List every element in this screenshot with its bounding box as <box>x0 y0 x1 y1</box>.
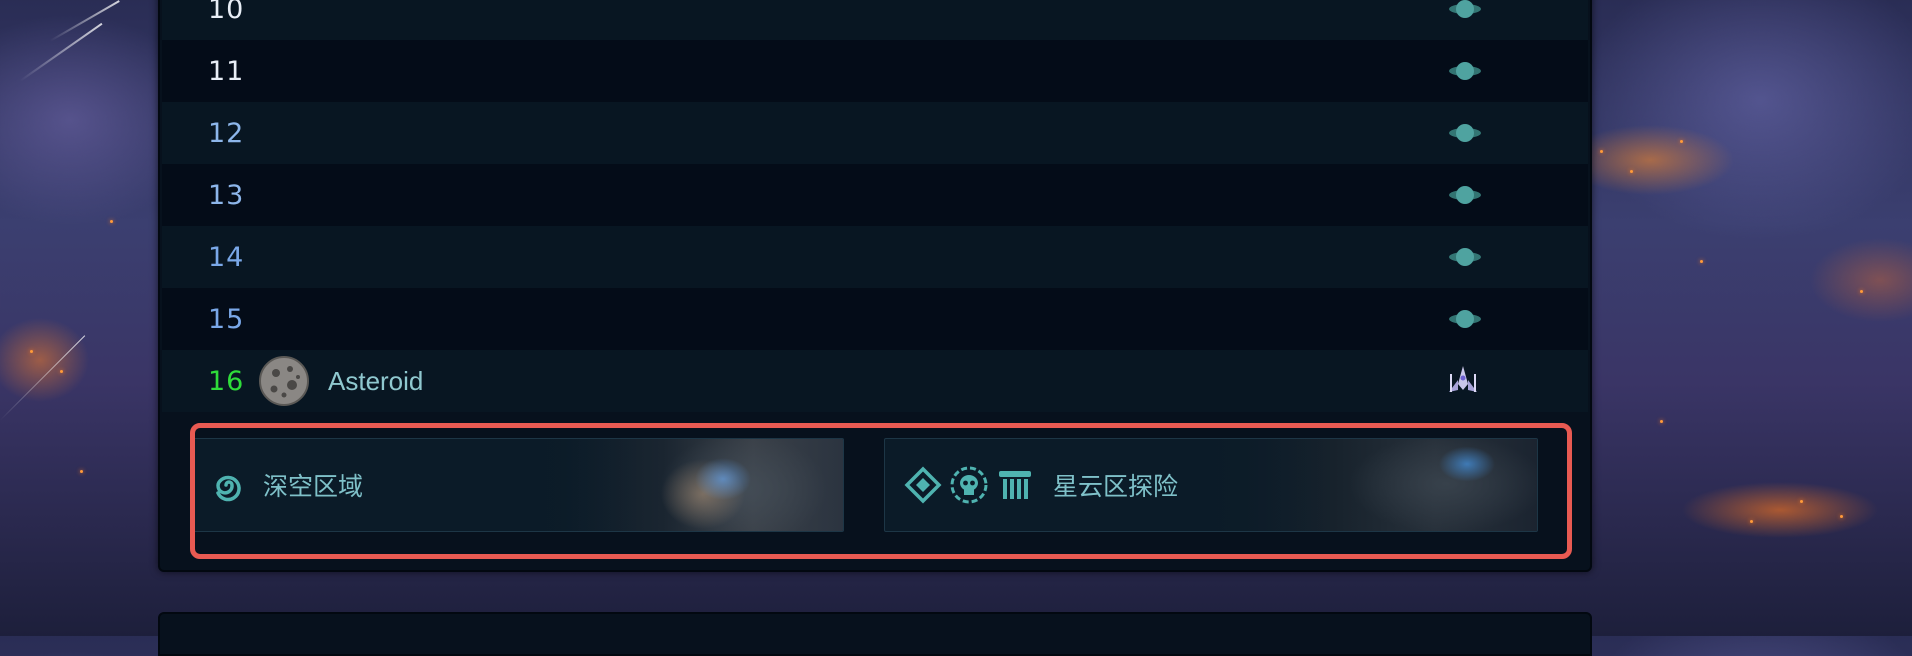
planet-icon <box>1449 310 1481 328</box>
list-item[interactable]: 11 <box>162 40 1588 102</box>
planet-icon <box>1449 124 1481 142</box>
list-item[interactable]: 14 <box>162 226 1588 288</box>
list-item-asteroid[interactable]: 16 Asteroid <box>162 350 1588 412</box>
list-item[interactable]: 15 <box>162 288 1588 350</box>
spiral-icon <box>216 475 241 502</box>
pillar-icon <box>999 471 1031 499</box>
row-number: 16 <box>208 365 245 397</box>
row-number: 15 <box>208 303 245 335</box>
nebula-expedition-label: 星云区探险 <box>1053 472 1179 501</box>
asteroid-icon <box>259 356 309 406</box>
planet-icon <box>1449 248 1481 266</box>
list-item[interactable]: 13 <box>162 164 1588 226</box>
spaceship-icon <box>1449 366 1477 392</box>
row-number: 14 <box>208 241 245 273</box>
planet-icon <box>1449 0 1481 18</box>
row-number: 12 <box>208 117 245 149</box>
planet-icon <box>1449 186 1481 204</box>
skull-icon <box>950 466 988 504</box>
list-item[interactable]: 12 <box>162 102 1588 164</box>
deep-space-label: 深空区域 <box>263 472 364 501</box>
highlight-frame <box>190 423 1572 559</box>
row-number: 13 <box>208 179 245 211</box>
list-item[interactable]: 10 <box>162 0 1588 40</box>
planet-icon <box>1449 62 1481 80</box>
row-label: Asteroid <box>328 365 424 396</box>
row-number: 11 <box>208 55 245 87</box>
row-number: 10 <box>208 0 245 25</box>
lower-panel <box>158 612 1592 656</box>
diamond-emblem-icon <box>904 466 942 504</box>
